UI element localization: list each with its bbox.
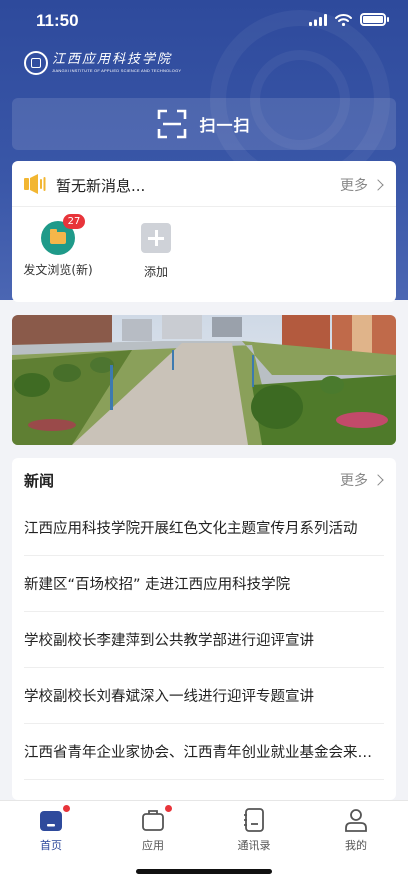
news-more-label: 更多: [340, 473, 368, 489]
notification-dot: [165, 805, 172, 812]
add-icon: [141, 223, 171, 253]
news-item[interactable]: 江西应用科技学院开展红色文化主题宣传月系列活动: [24, 500, 384, 556]
status-time: 11:50: [36, 11, 79, 30]
notice-more-link[interactable]: 更多: [340, 175, 384, 195]
app-label: 添加: [143, 265, 168, 279]
campus-banner-image[interactable]: [12, 315, 396, 445]
notification-dot: [63, 805, 70, 812]
campus-photo: [12, 315, 396, 445]
news-item-title: 学校副校长刘春斌深入一线进行迎评专题宣讲: [24, 689, 314, 705]
app-label: 发文浏览(新): [23, 263, 93, 277]
news-item-title: 学校副校长李建萍到公共教学部进行迎评宣讲: [24, 633, 314, 649]
tab-home[interactable]: 首页: [16, 805, 86, 853]
battery-icon: [360, 13, 389, 26]
app-document-browse[interactable]: 27 发文浏览(新): [18, 214, 98, 278]
news-item-title: 新建区“百场校招” 走进江西应用科技学院: [24, 577, 291, 593]
tab-label: 首页: [40, 839, 62, 852]
status-bar: 11:50: [0, 0, 408, 44]
tab-label: 我的: [345, 839, 367, 852]
speaker-icon: [24, 174, 46, 194]
tab-label: 通讯录: [237, 839, 271, 852]
news-card: 新闻 更多 江西应用科技学院开展红色文化主题宣传月系列活动 新建区“百场校招” …: [12, 458, 396, 800]
news-item[interactable]: 江西省青年企业家协会、江西青年创业就业基金会来校调研: [24, 724, 384, 780]
news-header: 新闻 更多: [12, 458, 396, 500]
tab-contacts[interactable]: 通讯录: [219, 807, 289, 853]
notice-more-label: 更多: [340, 178, 368, 194]
school-name-cn: 江西应用科技学院: [52, 52, 173, 67]
tab-label: 应用: [142, 839, 164, 852]
chevron-right-icon: [372, 179, 384, 191]
app-add[interactable]: 添加: [116, 221, 196, 280]
news-item[interactable]: 学校副校长李建萍到公共教学部进行迎评宣讲: [24, 612, 384, 668]
school-logo: 江西应用科技学院 JIANGXI INSTITUTE OF APPLIED SC…: [24, 51, 181, 75]
scan-button[interactable]: 扫一扫: [12, 98, 396, 150]
news-item-title: 江西省青年企业家协会、江西青年创业就业基金会来校调研: [24, 745, 384, 761]
signal-icon: [309, 13, 327, 26]
tab-me[interactable]: 我的: [321, 807, 391, 853]
unread-badge: 27: [63, 214, 85, 229]
news-item[interactable]: 学校副校长刘春斌深入一线进行迎评专题宣讲: [24, 668, 384, 724]
wifi-icon: [335, 13, 352, 26]
tab-apps[interactable]: 应用: [118, 805, 188, 853]
news-title: 新闻: [24, 472, 55, 490]
home-indicator: [136, 869, 272, 874]
notice-card: 暂无新消息... 更多 27 发文浏览(新) 添加: [12, 161, 396, 302]
home-icon: [40, 811, 62, 831]
school-name-en: JIANGXI INSTITUTE OF APPLIED SCIENCE AND…: [52, 68, 182, 73]
news-item[interactable]: 新建区“百场校招” 走进江西应用科技学院: [24, 556, 384, 612]
status-icons: [309, 13, 389, 26]
chevron-right-icon: [372, 474, 384, 486]
notice-text: 暂无新消息...: [56, 177, 146, 195]
contacts-icon: [244, 808, 264, 832]
briefcase-icon: [142, 810, 164, 831]
news-list: 江西应用科技学院开展红色文化主题宣传月系列活动 新建区“百场校招” 走进江西应用…: [12, 500, 396, 780]
news-more-link[interactable]: 更多: [340, 470, 384, 490]
notice-row[interactable]: 暂无新消息... 更多: [12, 161, 396, 207]
person-icon: [345, 809, 367, 832]
school-seal-icon: [24, 51, 48, 75]
scan-label: 扫一扫: [199, 116, 251, 135]
news-item-title: 江西应用科技学院开展红色文化主题宣传月系列活动: [24, 521, 358, 537]
scan-icon: [158, 109, 187, 139]
